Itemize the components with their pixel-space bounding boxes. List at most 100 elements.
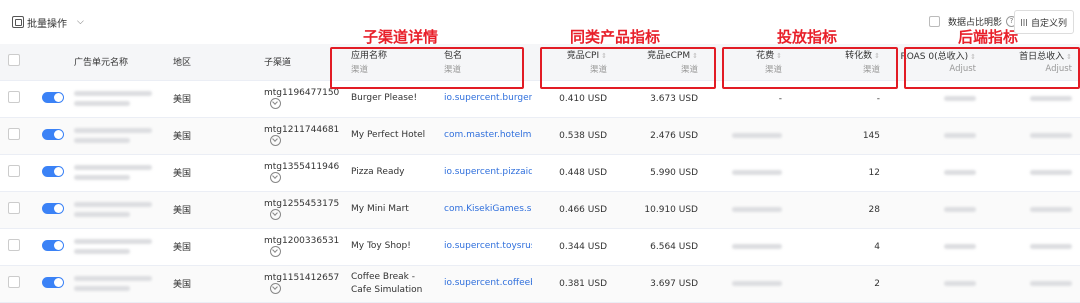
subchannel-cell: mtg1355411946 <box>256 154 343 192</box>
batch-actions-label: 批量操作 <box>27 18 67 30</box>
col-d1-revenue[interactable]: 首日总收入 ⇕ Adjust <box>984 44 1080 81</box>
sort-icon: ⇕ <box>601 52 607 61</box>
copy-check-icon[interactable] <box>270 135 281 146</box>
copy-check-icon[interactable] <box>270 98 281 109</box>
row-switch-cell <box>34 228 66 266</box>
row-checkbox[interactable] <box>8 239 20 251</box>
roas-cell <box>888 117 984 155</box>
package-link[interactable]: com.master.hotelmaster <box>444 130 532 140</box>
col-subchannel: 子渠道 <box>256 44 343 81</box>
ad-unit-cell <box>66 265 165 303</box>
package-cell[interactable]: com.KisekiGames.smart <box>436 191 532 229</box>
copy-icon <box>12 16 24 28</box>
sort-icon: ⇕ <box>970 53 976 62</box>
package-link[interactable]: io.supercent.pizzaidle <box>444 167 532 177</box>
row-select-cell <box>0 191 34 229</box>
row-switch-cell <box>34 191 66 229</box>
ad-unit-cell <box>66 80 165 118</box>
row-switch-cell <box>34 265 66 303</box>
row-switch-cell <box>34 154 66 192</box>
roas-cell <box>888 154 984 192</box>
package-cell[interactable]: io.supercent.toysrus <box>436 228 532 266</box>
app-name-cell: Pizza Ready <box>343 154 436 192</box>
row-select-cell <box>0 117 34 155</box>
status-toggle[interactable] <box>42 165 64 177</box>
table-row[interactable]: 美国 mtg1211744681 My Perfect Hotel com.maste… <box>0 117 1080 155</box>
col-app-name: 应用名称 渠道 <box>343 44 436 81</box>
row-checkbox[interactable] <box>8 91 20 103</box>
status-toggle[interactable] <box>42 202 64 214</box>
app-name-cell: My Perfect Hotel <box>343 117 436 155</box>
status-toggle[interactable] <box>42 239 64 251</box>
package-link[interactable]: com.KisekiGames.smart <box>444 204 532 214</box>
cpi-cell: 0.344 USD <box>532 228 615 266</box>
table-row[interactable]: 美国 mtg1200336531 My Toy Shop! io.supercent.… <box>0 228 1080 266</box>
status-toggle[interactable] <box>42 276 64 288</box>
app-name-cell: My Mini Mart <box>343 191 436 229</box>
package-cell[interactable]: io.supercent.burgeridle <box>436 80 532 118</box>
select-all-checkbox[interactable] <box>8 54 20 67</box>
cpi-cell: 0.410 USD <box>532 80 615 118</box>
col-cpi[interactable]: 竞品CPI ⇕ 渠道 <box>532 44 615 81</box>
col-conversions[interactable]: 转化数 ⇕ 渠道 <box>790 44 888 81</box>
ad-unit-cell <box>66 117 165 155</box>
ad-unit-cell <box>66 228 165 266</box>
row-checkbox[interactable] <box>8 276 20 288</box>
batch-actions-button[interactable]: 批量操作 ⌵ <box>12 12 84 32</box>
table-row[interactable]: 美国 mtg1255453175 My Mini Mart com.KisekiGam… <box>0 191 1080 229</box>
col-spend[interactable]: 花费 ⇕ 渠道 <box>706 44 790 81</box>
columns-icon <box>1020 18 1027 26</box>
package-cell[interactable]: com.master.hotelmaster <box>436 117 532 155</box>
roas-cell <box>888 80 984 118</box>
ad-unit-cell <box>66 154 165 192</box>
conversions-cell: 2 <box>790 265 888 303</box>
package-link[interactable]: io.supercent.burgeridle <box>444 93 532 103</box>
table-row[interactable]: 美国 mtg1151412657 Coffee Break - Cafe Simul… <box>0 265 1080 303</box>
roas-cell <box>888 191 984 229</box>
ratio-checkbox[interactable] <box>929 16 940 27</box>
conversions-cell: - <box>790 80 888 118</box>
cpi-cell: 0.538 USD <box>532 117 615 155</box>
spend-cell <box>706 265 790 303</box>
conversions-cell: 28 <box>790 191 888 229</box>
col-roas[interactable]: ROAS 0(总收入) ⇕ Adjust <box>888 44 984 81</box>
row-select-cell <box>0 228 34 266</box>
col-ecpm[interactable]: 竞品eCPM ⇕ 渠道 <box>615 44 706 81</box>
copy-check-icon[interactable] <box>270 246 281 257</box>
data-ratio-toggle[interactable]: 数据占比明影 ? <box>929 15 1018 28</box>
row-switch-cell <box>34 80 66 118</box>
custom-columns-button[interactable]: 自定义列 <box>1014 10 1074 34</box>
subchannel-cell: mtg1211744681 <box>256 117 343 155</box>
chevron-down-icon: ⌵ <box>77 17 84 27</box>
row-checkbox[interactable] <box>8 128 20 140</box>
package-link[interactable]: io.supercent.toysrus <box>444 241 532 251</box>
row-checkbox[interactable] <box>8 165 20 177</box>
region-cell: 美国 <box>165 228 256 266</box>
conversions-cell: 12 <box>790 154 888 192</box>
region-cell: 美国 <box>165 80 256 118</box>
package-link[interactable]: io.supercent.coffeebreak <box>444 278 532 288</box>
roas-cell <box>888 228 984 266</box>
package-cell[interactable]: io.supercent.pizzaidle <box>436 154 532 192</box>
subchannel-cell: mtg1200336531 <box>256 228 343 266</box>
copy-check-icon[interactable] <box>270 283 281 294</box>
status-toggle[interactable] <box>42 128 64 140</box>
app-name-cell: My Toy Shop! <box>343 228 436 266</box>
d1-revenue-cell <box>984 191 1080 229</box>
spend-cell <box>706 228 790 266</box>
package-cell[interactable]: io.supercent.coffeebreak <box>436 265 532 303</box>
subchannel-cell: mtg1151412657 <box>256 265 343 303</box>
conversions-cell: 4 <box>790 228 888 266</box>
d1-revenue-cell <box>984 154 1080 192</box>
sort-icon: ⇕ <box>776 52 782 61</box>
copy-check-icon[interactable] <box>270 172 281 183</box>
custom-columns-label: 自定义列 <box>1030 18 1067 29</box>
copy-check-icon[interactable] <box>270 209 281 220</box>
roas-cell <box>888 265 984 303</box>
table-row[interactable]: 美国 mtg1196477150 Burger Please! io.supercen… <box>0 80 1080 118</box>
ecpm-cell: 10.910 USD <box>615 191 706 229</box>
status-toggle[interactable] <box>42 91 64 103</box>
conversions-cell: 145 <box>790 117 888 155</box>
table-row[interactable]: 美国 mtg1355411946 Pizza Ready io.supercent.p… <box>0 154 1080 192</box>
row-checkbox[interactable] <box>8 202 20 214</box>
